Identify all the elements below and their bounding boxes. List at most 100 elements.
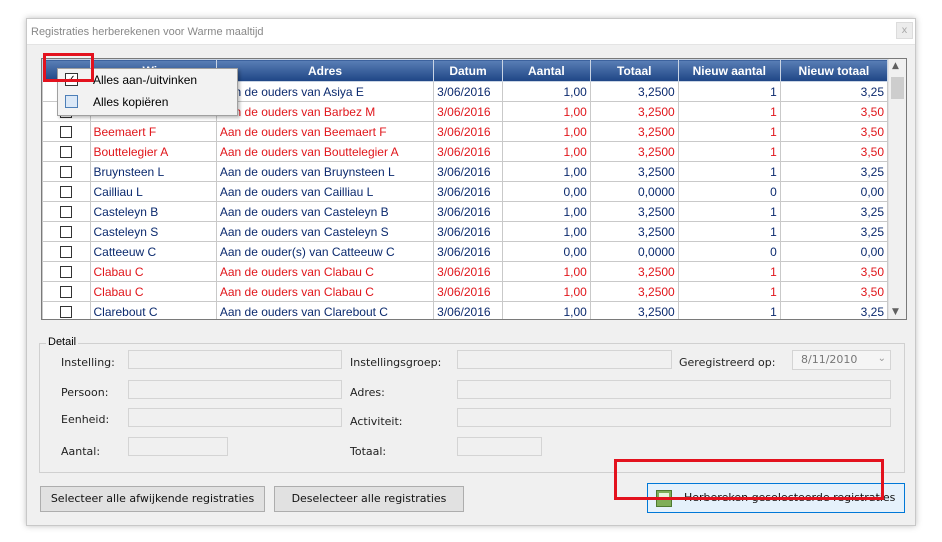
cell-datum: 3/06/2016	[433, 121, 503, 142]
cell-wie: Bouttelegier A	[89, 141, 217, 162]
row-select-checkbox[interactable]	[60, 266, 73, 279]
cell-nieuw-aantal: 1	[677, 141, 781, 162]
table-row[interactable]: Clabau C Aan de ouders van Clabau C 3/06/2…	[42, 281, 889, 302]
row-select-cell	[42, 121, 91, 142]
cell-aantal: 1,00	[501, 101, 591, 122]
cell-nieuw-totaal: 3,50	[779, 281, 889, 302]
cell-nieuw-aantal: 1	[677, 261, 781, 282]
detail-legend: Detail	[46, 336, 79, 348]
row-select-checkbox[interactable]	[60, 146, 73, 159]
row-select-checkbox[interactable]	[60, 126, 73, 139]
col-header-adres[interactable]: Adres	[215, 59, 435, 82]
cell-aantal: 1,00	[501, 161, 591, 182]
chevron-down-icon[interactable]: ⌄	[878, 353, 886, 364]
label-aantal: Aantal:	[61, 445, 101, 458]
label-persoon: Persoon:	[61, 386, 109, 399]
row-select-cell	[42, 221, 91, 242]
row-select-checkbox[interactable]	[60, 206, 73, 219]
table-row[interactable]: Beemaert F Aan de ouders van Beemaert F 3/…	[42, 121, 889, 142]
menu-item-copy-all[interactable]: Alles kopiëren	[58, 91, 237, 113]
scroll-thumb[interactable]	[891, 77, 904, 99]
row-select-checkbox[interactable]	[60, 186, 73, 199]
cell-nieuw-totaal: 3,25	[779, 301, 889, 319]
label-activiteit: Activiteit:	[350, 415, 403, 428]
cell-aantal: 1,00	[501, 261, 591, 282]
row-select-checkbox[interactable]	[60, 246, 73, 259]
cell-aantal: 1,00	[501, 141, 591, 162]
cell-wie: Clabau C	[89, 261, 217, 282]
field-instelling	[128, 350, 342, 369]
cell-totaal: 3,2500	[589, 121, 679, 142]
cell-datum: 3/06/2016	[433, 101, 503, 122]
cell-totaal: 3,2500	[589, 261, 679, 282]
cell-nieuw-totaal: 3,25	[779, 201, 889, 222]
registered-date-value: 8/11/2010	[801, 353, 858, 366]
table-row[interactable]: Casteleyn B Aan de ouders van Casteleyn B…	[42, 201, 889, 222]
col-header-nieuw-aantal[interactable]: Nieuw aantal	[677, 59, 781, 82]
close-button[interactable]: x	[896, 22, 913, 39]
col-header-datum[interactable]: Datum	[433, 59, 503, 82]
cell-aantal: 1,00	[501, 221, 591, 242]
cell-aantal: 0,00	[501, 241, 591, 262]
col-header-nieuw-totaal[interactable]: Nieuw totaal	[779, 59, 889, 82]
menu-item-toggle-all[interactable]: ✓ Alles aan-/uitvinken	[58, 69, 237, 91]
row-select-checkbox[interactable]	[60, 226, 73, 239]
cell-nieuw-aantal: 1	[677, 121, 781, 142]
label-instellingsgroep: Instellingsgroep:	[350, 356, 442, 369]
grid-vertical-scrollbar[interactable]: ▲ ▼	[888, 59, 906, 319]
cell-wie: Casteleyn S	[89, 221, 217, 242]
cell-wie: Casteleyn B	[89, 201, 217, 222]
col-header-totaal[interactable]: Totaal	[589, 59, 679, 82]
table-row[interactable]: Clarebout C Aan de ouders van Clarebout C…	[42, 301, 889, 319]
cell-adres: Aan de ouders van Asiya E	[215, 81, 435, 102]
row-select-cell	[42, 301, 91, 319]
deselect-all-button[interactable]: Deselecteer alle registraties	[274, 486, 464, 512]
cell-totaal: 3,2500	[589, 281, 679, 302]
cell-totaal: 3,2500	[589, 221, 679, 242]
row-select-checkbox[interactable]	[60, 166, 73, 179]
label-eenheid: Eenheid:	[61, 413, 110, 426]
row-select-checkbox[interactable]	[60, 286, 73, 299]
cell-nieuw-aantal: 1	[677, 281, 781, 302]
row-select-checkbox[interactable]	[60, 306, 73, 319]
row-select-cell	[42, 201, 91, 222]
table-row[interactable]: Bruynsteen L Aan de ouders van Bruynsteen…	[42, 161, 889, 182]
table-row[interactable]: Clabau C Aan de ouders van Clabau C 3/06/2…	[42, 261, 889, 282]
label-totaal: Totaal:	[350, 445, 387, 458]
cell-nieuw-totaal: 3,25	[779, 161, 889, 182]
field-aantal	[128, 437, 228, 456]
row-select-cell	[42, 261, 91, 282]
cell-adres: Aan de ouders van Barbez M	[215, 101, 435, 122]
cell-wie: Clarebout C	[89, 301, 217, 319]
field-instellingsgroep	[457, 350, 672, 369]
title-bar: Registraties herberekenen voor Warme maa…	[27, 19, 915, 45]
cell-nieuw-aantal: 0	[677, 181, 781, 202]
scroll-up-icon[interactable]: ▲	[892, 61, 899, 71]
cell-adres: Aan de ouders van Casteleyn B	[215, 201, 435, 222]
cell-totaal: 3,2500	[589, 161, 679, 182]
cell-datum: 3/06/2016	[433, 181, 503, 202]
table-row[interactable]: Bouttelegier A Aan de ouders van Bouttele…	[42, 141, 889, 162]
copy-icon	[65, 95, 78, 108]
cell-adres: Aan de ouders van Clarebout C	[215, 301, 435, 319]
cell-nieuw-totaal: 3,50	[779, 101, 889, 122]
cell-datum: 3/06/2016	[433, 301, 503, 319]
table-row[interactable]: Catteeuw C Aan de ouder(s) van Catteeuw C…	[42, 241, 889, 262]
cell-nieuw-totaal: 3,25	[779, 221, 889, 242]
cell-nieuw-aantal: 1	[677, 221, 781, 242]
scroll-down-icon[interactable]: ▼	[892, 307, 899, 317]
cell-nieuw-totaal: 3,50	[779, 121, 889, 142]
select-deviating-button[interactable]: Selecteer alle afwijkende registraties	[40, 486, 265, 512]
cell-wie: Bruynsteen L	[89, 161, 217, 182]
cell-adres: Aan de ouders van Bouttelegier A	[215, 141, 435, 162]
cell-nieuw-aantal: 1	[677, 201, 781, 222]
col-header-aantal[interactable]: Aantal	[501, 59, 591, 82]
cell-datum: 3/06/2016	[433, 141, 503, 162]
table-row[interactable]: Casteleyn S Aan de ouders van Casteleyn S…	[42, 221, 889, 242]
registered-date-picker[interactable]: 8/11/2010 ⌄	[792, 350, 891, 370]
table-row[interactable]: Cailliau L Aan de ouders van Cailliau L 3/…	[42, 181, 889, 202]
recalculate-selected-button[interactable]: Herbereken geselecteerde registraties	[647, 483, 905, 513]
cell-nieuw-totaal: 3,50	[779, 261, 889, 282]
row-select-cell	[42, 161, 91, 182]
row-select-cell	[42, 181, 91, 202]
